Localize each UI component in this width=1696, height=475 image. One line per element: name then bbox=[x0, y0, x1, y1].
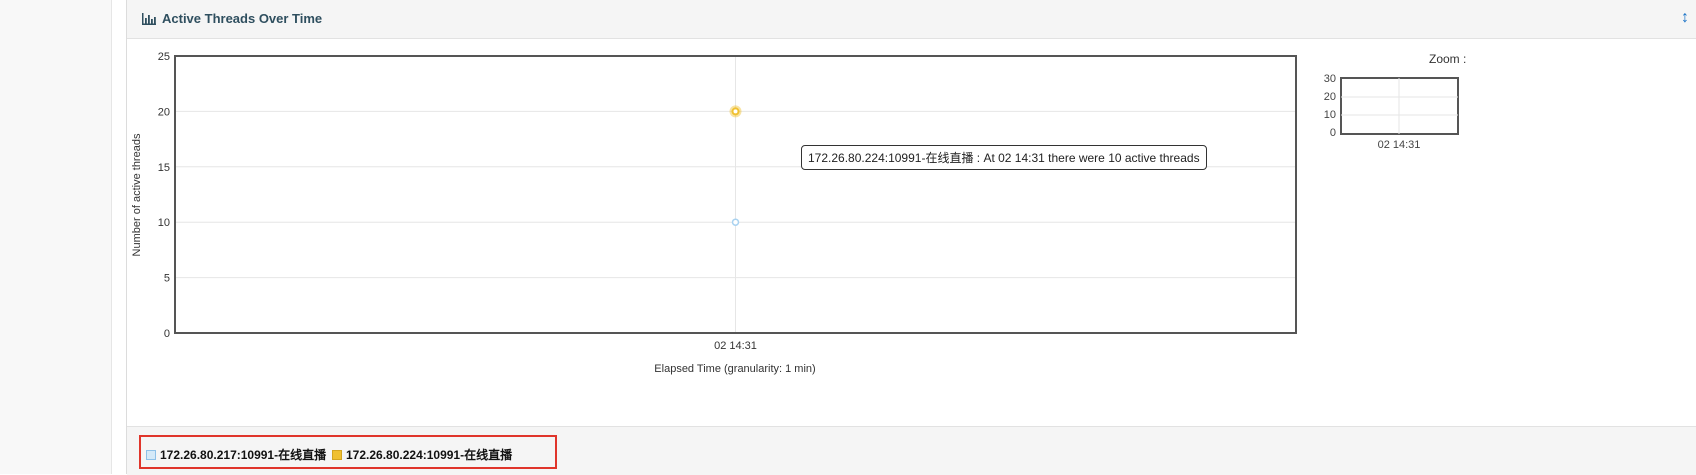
left-gutter bbox=[0, 0, 112, 474]
panel-title: Active Threads Over Time bbox=[142, 11, 322, 26]
grid-layer bbox=[175, 55, 1296, 334]
panel-footer: 172.26.80.217:10991-在线直播 172.26.80.224:1… bbox=[127, 426, 1696, 475]
zoom-ytick: 20 bbox=[1324, 91, 1336, 103]
main-chart: 0 5 10 15 20 25 02 14:31 Number of active thre… bbox=[131, 51, 1297, 375]
legend-label-series2: 172.26.80.224:10991-在线直播 bbox=[346, 448, 513, 462]
data-point-series2[interactable] bbox=[731, 107, 740, 116]
x-axis-label: Elapsed Time (granularity: 1 min) bbox=[654, 363, 815, 375]
hover-tooltip: 172.26.80.224:10991-在线直播 : At 02 14:31 t… bbox=[801, 145, 1207, 170]
y-tick-label: 25 bbox=[158, 51, 170, 63]
y-tick-label: 20 bbox=[158, 106, 170, 118]
panel-title-text: Active Threads Over Time bbox=[162, 11, 323, 26]
y-tick-label: 15 bbox=[158, 162, 170, 174]
y-tick-label: 0 bbox=[164, 328, 170, 340]
panel-body: 0 5 10 15 20 25 02 14:31 Number of active thre… bbox=[127, 39, 1696, 426]
legend-swatch-series2 bbox=[332, 449, 342, 460]
y-axis-label: Number of active threads bbox=[131, 133, 143, 256]
panel-header: Active Threads Over Time ↕ bbox=[127, 0, 1696, 39]
zoom-overview-chart[interactable]: 30 20 10 0 02 14:31 bbox=[1319, 71, 1469, 151]
chart-panel: Active Threads Over Time ↕ 0 5 10 15 20 25 02 … bbox=[126, 0, 1696, 475]
zoom-ytick: 30 bbox=[1324, 73, 1336, 85]
zoom-xtick: 02 14:31 bbox=[1378, 139, 1421, 151]
y-tick-label: 5 bbox=[164, 273, 170, 285]
zoom-ytick: 0 bbox=[1330, 127, 1336, 139]
legend-item-series2[interactable]: 172.26.80.224:10991-在线直播 bbox=[332, 446, 512, 463]
data-point-series1[interactable] bbox=[731, 218, 740, 226]
legend-swatch-series1 bbox=[146, 449, 156, 460]
legend: 172.26.80.217:10991-在线直播 172.26.80.224:1… bbox=[139, 435, 557, 469]
legend-item-series1[interactable]: 172.26.80.217:10991-在线直播 bbox=[146, 446, 326, 463]
zoom-ytick: 10 bbox=[1324, 109, 1336, 121]
y-tick-label: 10 bbox=[158, 217, 170, 229]
resize-vertical-icon[interactable]: ↕ bbox=[1681, 9, 1689, 27]
axis-layer: 0 5 10 15 20 25 02 14:31 bbox=[158, 51, 1297, 352]
zoom-label: Zoom : bbox=[1429, 52, 1467, 66]
x-tick-label: 02 14:31 bbox=[714, 340, 757, 352]
legend-label-series1: 172.26.80.217:10991-在线直播 bbox=[160, 448, 327, 462]
bar-chart-icon bbox=[142, 12, 156, 25]
